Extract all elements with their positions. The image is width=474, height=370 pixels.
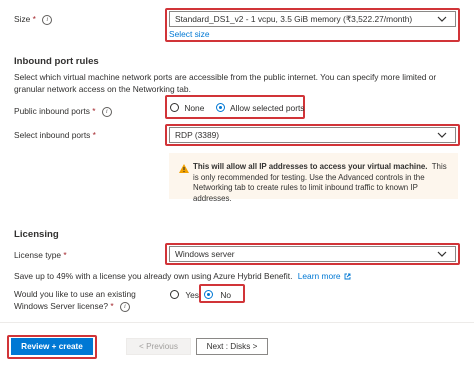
radio-none-label[interactable]: None <box>184 103 204 113</box>
required-marker: * <box>61 250 67 260</box>
required-marker: * <box>89 106 96 116</box>
warning-message: This will allow all IP addresses to acce… <box>169 153 458 203</box>
size-label-text: Size <box>14 14 31 24</box>
inbound-ports-select[interactable]: RDP (3389) <box>169 127 456 143</box>
info-icon[interactable]: i <box>119 301 130 312</box>
warning-icon <box>179 164 189 173</box>
required-marker: * <box>90 130 96 140</box>
radio-yes-wrap: Yes <box>170 289 199 300</box>
select-inbound-ports-label-text: Select inbound ports <box>14 130 91 140</box>
external-link-icon[interactable] <box>344 273 351 280</box>
public-inbound-label-text: Public inbound ports <box>14 106 90 116</box>
license-type-label-text: License type <box>14 250 62 260</box>
savings-text: Save up to 49% with a license you alread… <box>14 271 293 281</box>
licensing-heading: Licensing <box>14 229 59 240</box>
inbound-description: Select which virtual machine network por… <box>14 72 437 94</box>
chevron-down-icon <box>437 132 447 138</box>
radio-no-wrap: No <box>204 289 231 300</box>
previous-button[interactable]: < Previous <box>126 338 191 355</box>
inbound-heading: Inbound port rules <box>14 56 99 67</box>
radio-none[interactable] <box>170 103 179 113</box>
select-size-link[interactable]: Select size <box>169 29 210 39</box>
size-select-value: Standard_DS1_v2 - 1 vcpu, 3.5 GiB memory… <box>175 14 413 24</box>
inbound-ports-value: RDP (3389) <box>175 130 220 140</box>
public-inbound-radio-group: None Allow selected ports <box>170 102 305 113</box>
chevron-down-icon <box>437 16 447 22</box>
required-marker: * <box>108 301 114 311</box>
footer-divider <box>0 322 474 323</box>
size-label: Size * i <box>14 14 53 25</box>
license-type-value: Windows server <box>175 249 235 259</box>
size-select[interactable]: Standard_DS1_v2 - 1 vcpu, 3.5 GiB memory… <box>169 11 456 27</box>
radio-allow-selected-ports[interactable] <box>215 103 225 113</box>
required-marker: * <box>30 14 36 24</box>
radio-allow-label[interactable]: Allow selected ports <box>230 103 304 113</box>
existing-license-label: Would you like to use an existing Window… <box>14 288 166 312</box>
warning-text: This will allow all IP addresses to acce… <box>193 162 450 204</box>
license-type-label: License type * <box>14 250 67 260</box>
existing-license-label-text: Would you like to use an existing Window… <box>14 289 136 311</box>
select-inbound-ports-label: Select inbound ports * <box>14 130 96 140</box>
public-inbound-label: Public inbound ports * i <box>14 106 112 117</box>
license-type-select[interactable]: Windows server <box>169 246 456 262</box>
radio-yes-label[interactable]: Yes <box>185 290 199 300</box>
chevron-down-icon <box>437 251 447 257</box>
info-icon[interactable]: i <box>42 14 53 25</box>
next-disks-button[interactable]: Next : Disks > <box>196 338 268 355</box>
radio-no[interactable] <box>204 290 213 300</box>
review-create-button[interactable]: Review + create <box>11 338 93 355</box>
hybrid-benefit-text: Save up to 49% with a license you alread… <box>14 271 351 281</box>
info-icon[interactable]: i <box>101 106 112 117</box>
learn-more-link[interactable]: Learn more <box>298 271 341 281</box>
radio-no-label[interactable]: No <box>220 290 231 300</box>
warning-bold-text: This will allow all IP addresses to acce… <box>193 162 428 171</box>
radio-yes[interactable] <box>170 290 179 300</box>
